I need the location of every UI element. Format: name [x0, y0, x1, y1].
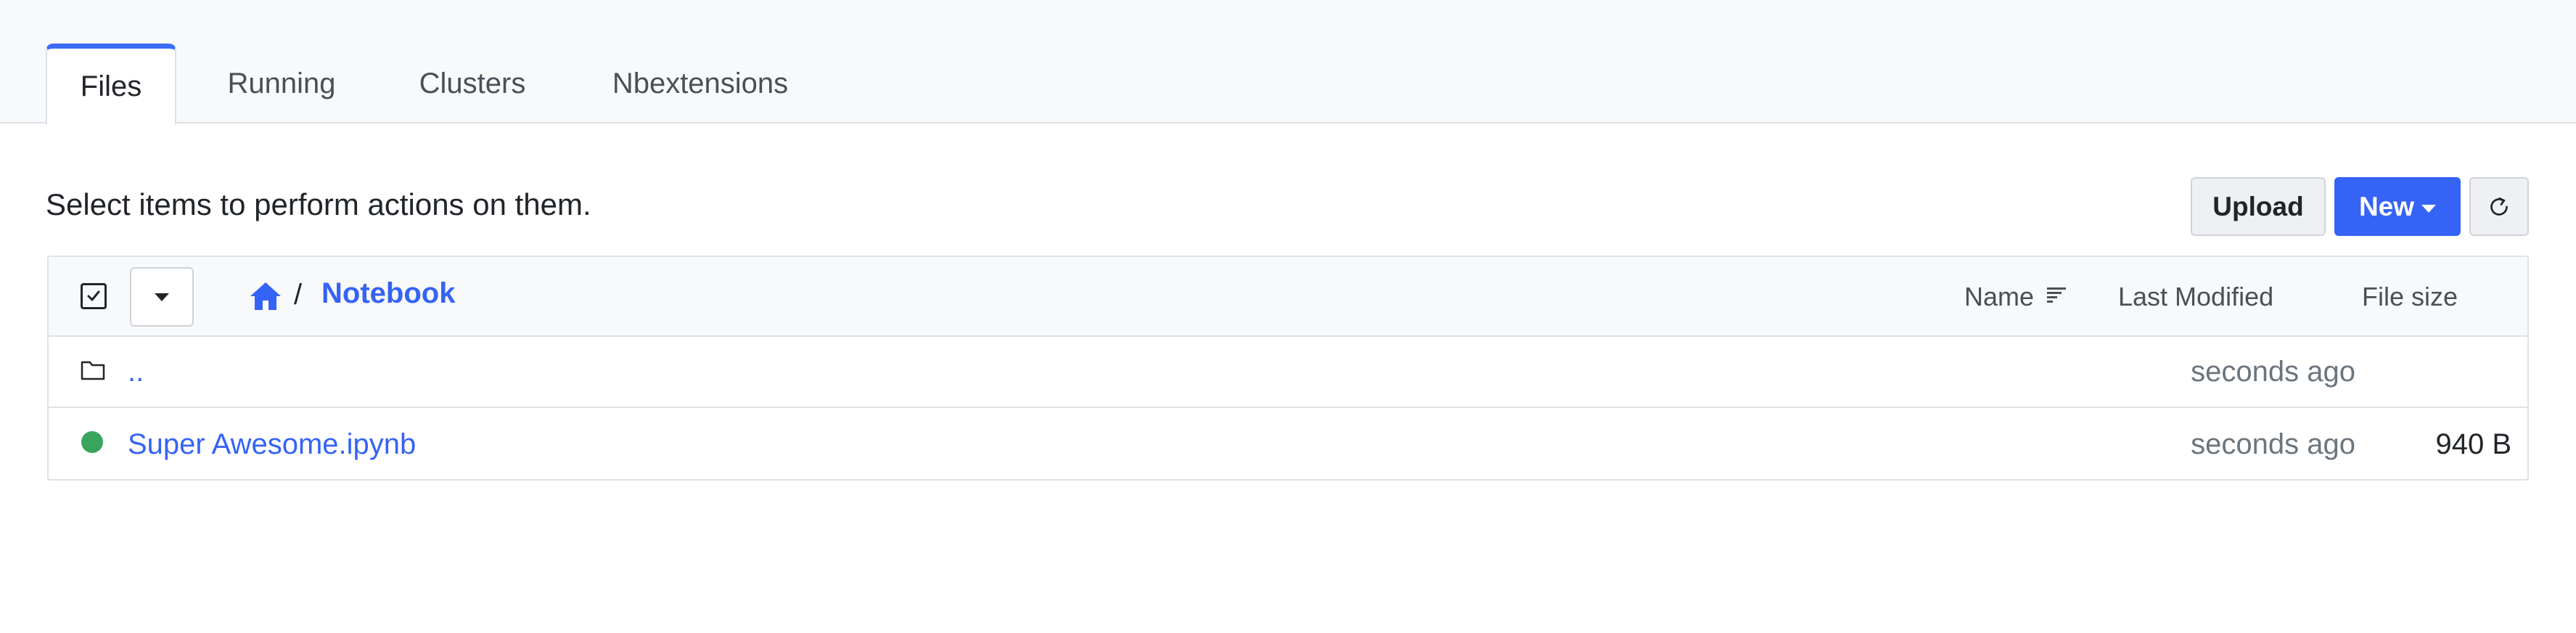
- checkmark-icon: [87, 290, 100, 301]
- home-icon[interactable]: [248, 279, 283, 314]
- tab-running[interactable]: Running: [194, 44, 369, 123]
- running-status-icon: [81, 431, 103, 453]
- file-list-header: / Notebook Name Last Modified File size: [49, 257, 2527, 337]
- breadcrumb-separator: /: [294, 279, 303, 311]
- list-item[interactable]: .. seconds ago: [49, 337, 2527, 408]
- folder-icon: [81, 361, 105, 380]
- refresh-icon: [2490, 197, 2508, 216]
- column-last-modified[interactable]: Last Modified: [2118, 282, 2273, 312]
- sort-icon: [2047, 287, 2067, 303]
- item-name-link[interactable]: ..: [128, 356, 144, 388]
- upload-label: Upload: [2212, 191, 2304, 221]
- selection-hint: Select items to perform actions on them.: [46, 187, 591, 221]
- tab-files[interactable]: Files: [46, 44, 176, 125]
- caret-down-icon: [2421, 205, 2437, 213]
- tab-bar: Files Running Clusters Nbextensions: [0, 0, 2576, 125]
- refresh-button[interactable]: [2469, 177, 2529, 236]
- upload-button[interactable]: Upload: [2191, 177, 2326, 236]
- item-modified: seconds ago: [2191, 356, 2355, 388]
- column-file-size[interactable]: File size: [2362, 282, 2458, 312]
- breadcrumb-current[interactable]: Notebook: [321, 277, 455, 310]
- column-name-label: Name: [1964, 282, 2035, 311]
- item-size: 940 B: [2435, 428, 2511, 460]
- item-name-link[interactable]: Super Awesome.ipynb: [128, 428, 416, 461]
- item-modified: seconds ago: [2191, 428, 2355, 460]
- new-button[interactable]: New: [2334, 177, 2461, 236]
- column-name[interactable]: Name: [1964, 282, 2067, 312]
- select-all-checkbox[interactable]: [81, 283, 107, 309]
- new-label: New: [2358, 191, 2415, 221]
- caret-down-icon: [155, 293, 169, 301]
- list-item[interactable]: Super Awesome.ipynb seconds ago 940 B: [49, 409, 2527, 481]
- file-list: / Notebook Name Last Modified File size …: [47, 256, 2529, 481]
- tab-clusters[interactable]: Clusters: [392, 44, 553, 123]
- select-dropdown-button[interactable]: [130, 267, 194, 327]
- tab-nbextensions[interactable]: Nbextensions: [588, 44, 813, 123]
